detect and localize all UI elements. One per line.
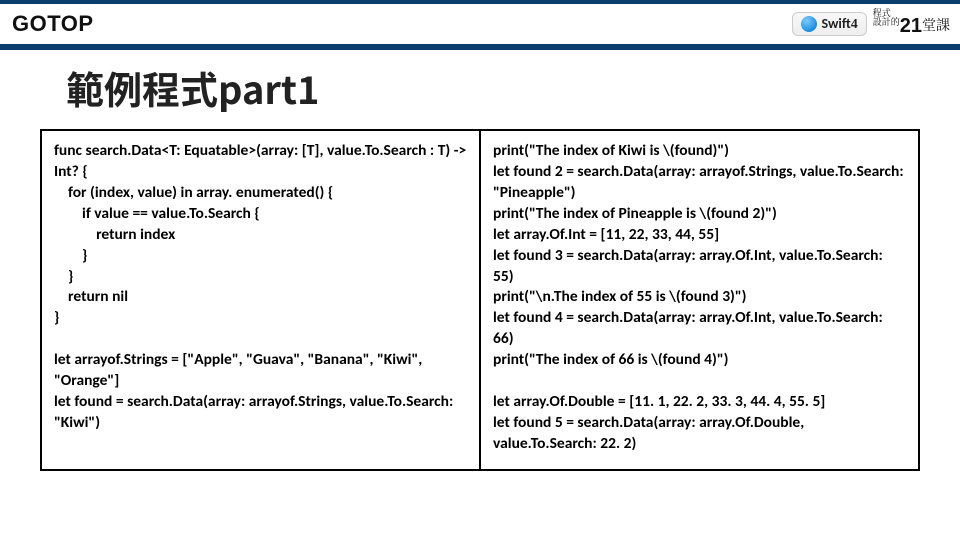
code-right: print("The index of Kiwi is \(found)") l… <box>479 131 918 469</box>
course-tail: 堂課 <box>922 16 950 36</box>
swift-icon <box>801 16 817 32</box>
swift-name: Swift <box>821 15 850 32</box>
page-title: 範例程式part1 <box>66 60 960 115</box>
course-small-bottom: 設計的 <box>873 15 900 28</box>
course-number: 21 <box>900 16 922 38</box>
brand-logo: GOTOP <box>12 11 94 37</box>
swift-label: Swift4 <box>821 15 857 33</box>
header-divider <box>0 44 960 50</box>
swift-badge: Swift4 <box>792 12 866 36</box>
header-badges: Swift4 程式 設計的 21堂課 <box>792 9 950 38</box>
course-badge: 程式 設計的 21堂課 <box>873 9 950 38</box>
code-table: func search.Data<T: Equatable>(array: [T… <box>40 129 920 471</box>
code-left: func search.Data<T: Equatable>(array: [T… <box>42 131 479 469</box>
swift-version: 4 <box>851 17 858 32</box>
header: GOTOP Swift4 程式 設計的 21堂課 <box>0 0 960 44</box>
